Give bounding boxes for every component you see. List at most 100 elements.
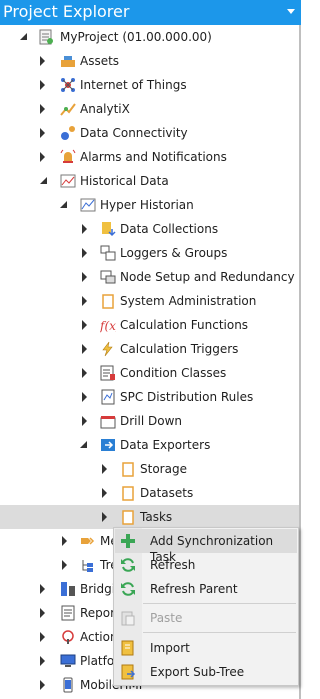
tree-node-label: Historical Data	[80, 174, 169, 188]
collapsed-arrow-icon[interactable]	[40, 632, 45, 642]
project-icon	[38, 29, 54, 45]
collapsed-arrow-icon[interactable]	[40, 584, 45, 594]
tree-node-data-connectivity[interactable]: Data Connectivity	[0, 121, 299, 145]
tree-node-label: System Administration	[120, 294, 257, 308]
menu-item-label: Refresh	[150, 558, 196, 572]
menu-item-add-synchronization-task[interactable]: Add Synchronization Task	[115, 529, 297, 564]
collapsed-arrow-icon[interactable]	[82, 368, 87, 378]
tree-node-loggers-groups[interactable]: Loggers & Groups	[0, 241, 299, 265]
collapsed-arrow-icon[interactable]	[82, 392, 87, 402]
metadata-icon	[80, 533, 96, 549]
folder-icon	[120, 485, 136, 501]
expanded-arrow-icon[interactable]	[40, 177, 47, 184]
tree-node-data-exporters[interactable]: Data Exporters	[0, 433, 299, 457]
historical-data-icon	[60, 173, 76, 189]
tree-node-calculation-functions[interactable]: f(x) Calculation Functions	[0, 313, 299, 337]
tree-node-analytix[interactable]: AnalytiX	[0, 97, 299, 121]
folder-icon	[120, 509, 136, 525]
collapsed-arrow-icon[interactable]	[62, 560, 67, 570]
data-connectivity-icon	[60, 125, 76, 141]
tree-node-historical-data[interactable]: Historical Data	[0, 169, 299, 193]
collapsed-arrow-icon[interactable]	[102, 488, 107, 498]
collapsed-arrow-icon[interactable]	[82, 272, 87, 282]
tree-node-label: Node Setup and Redundancy	[120, 270, 295, 284]
tree-node-data-collections[interactable]: Data Collections	[0, 217, 299, 241]
tree-scrollbar[interactable]	[299, 25, 301, 699]
function-icon: f(x)	[99, 317, 121, 333]
collapsed-arrow-icon[interactable]	[40, 104, 45, 114]
export-icon	[120, 664, 136, 680]
tree-node-label: AnalytiX	[80, 102, 130, 116]
tree-node-label: Alarms and Notifications	[80, 150, 227, 164]
collapsed-arrow-icon[interactable]	[82, 224, 87, 234]
menu-item-refresh-parent[interactable]: Refresh Parent	[115, 577, 297, 601]
collapsed-arrow-icon[interactable]	[40, 128, 45, 138]
tree-node-condition-classes[interactable]: Condition Classes	[0, 361, 299, 385]
collapsed-arrow-icon[interactable]	[82, 248, 87, 258]
panel-dropdown-icon[interactable]	[287, 9, 295, 14]
menu-item-export-sub-tree[interactable]: Export Sub-Tree	[115, 660, 297, 684]
refresh-icon	[120, 557, 136, 573]
loggers-icon	[100, 245, 116, 261]
tree-node-label: Data Collections	[120, 222, 219, 236]
collapsed-arrow-icon[interactable]	[102, 512, 107, 522]
drill-down-icon	[100, 413, 116, 429]
svg-text:f(x): f(x)	[100, 319, 116, 333]
tree-node-label: Calculation Functions	[120, 318, 249, 332]
iot-icon	[60, 77, 76, 93]
collapsed-arrow-icon[interactable]	[82, 344, 87, 354]
expanded-arrow-icon[interactable]	[60, 201, 67, 208]
collapsed-arrow-icon[interactable]	[40, 608, 45, 618]
tree-node-tasks[interactable]: Tasks	[0, 505, 299, 529]
collapsed-arrow-icon[interactable]	[82, 416, 87, 426]
tree-node-storage[interactable]: Storage	[0, 457, 299, 481]
analytix-icon	[60, 101, 76, 117]
tree-node-label: Action	[80, 630, 118, 644]
tree-node-drill-down[interactable]: Drill Down	[0, 409, 299, 433]
tree-node-label: Condition Classes	[120, 366, 227, 380]
menu-item-import[interactable]: Import	[115, 636, 297, 660]
folder-icon	[100, 293, 116, 309]
collapsed-arrow-icon[interactable]	[40, 656, 45, 666]
tree-node-datasets[interactable]: Datasets	[0, 481, 299, 505]
reports-icon	[60, 605, 76, 621]
bridging-icon	[60, 581, 76, 597]
tree-node-label: Data Connectivity	[80, 126, 188, 140]
node-setup-icon	[100, 269, 116, 285]
tree-node-spc-rules[interactable]: SPC Distribution Rules	[0, 385, 299, 409]
collapsed-arrow-icon[interactable]	[40, 80, 45, 90]
expanded-arrow-icon[interactable]	[20, 33, 27, 40]
tree-node-myproject[interactable]: MyProject (01.00.000.00)	[0, 25, 299, 49]
collapsed-arrow-icon[interactable]	[82, 296, 87, 306]
tree-node-label: Tasks	[140, 510, 173, 524]
tree-node-alarms[interactable]: Alarms and Notifications	[0, 145, 299, 169]
tree-node-iot[interactable]: Internet of Things	[0, 73, 299, 97]
import-icon	[120, 640, 136, 656]
paste-icon	[120, 610, 136, 626]
collapsed-arrow-icon[interactable]	[102, 464, 107, 474]
platform-icon	[60, 653, 76, 669]
tree-node-label: Internet of Things	[80, 78, 187, 92]
tree-node-calculation-triggers[interactable]: Calculation Triggers	[0, 337, 299, 361]
menu-item-refresh[interactable]: Refresh	[115, 553, 297, 577]
collapsed-arrow-icon[interactable]	[40, 680, 45, 690]
tree-node-assets[interactable]: Assets	[0, 49, 299, 73]
collapsed-arrow-icon[interactable]	[40, 152, 45, 162]
collapsed-arrow-icon[interactable]	[40, 56, 45, 66]
expanded-arrow-icon[interactable]	[80, 441, 87, 448]
menu-item-label: Export Sub-Tree	[150, 665, 245, 679]
tree-node-label: Hyper Historian	[100, 198, 194, 212]
menu-separator	[143, 603, 296, 604]
collapsed-arrow-icon[interactable]	[82, 320, 87, 330]
collapsed-arrow-icon[interactable]	[62, 536, 67, 546]
tree-node-hyper-historian[interactable]: Hyper Historian	[0, 193, 299, 217]
menu-item-paste[interactable]: Paste	[115, 606, 297, 630]
data-collections-icon	[100, 221, 116, 237]
actions-icon	[60, 629, 76, 645]
alarm-icon	[60, 149, 76, 165]
project-explorer-title-bar: Project Explorer	[0, 0, 301, 25]
tree-node-node-setup[interactable]: Node Setup and Redundancy	[0, 265, 299, 289]
tree-node-label: Loggers & Groups	[120, 246, 228, 260]
panel-title: Project Explorer	[3, 2, 130, 21]
tree-node-system-administration[interactable]: System Administration	[0, 289, 299, 313]
